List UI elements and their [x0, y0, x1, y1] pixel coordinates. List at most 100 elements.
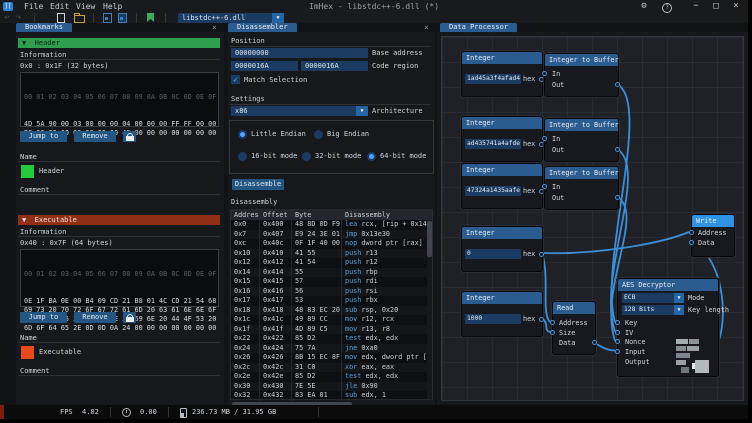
bookmark-header-collapsible[interactable]: ▼ Executable	[18, 215, 220, 225]
architecture-combo-arrow-icon[interactable]: ▼	[356, 106, 368, 116]
output-port-dot[interactable]	[539, 252, 544, 257]
bookmark-color-swatch[interactable]	[21, 346, 34, 359]
vertical-scrollbar-thumb[interactable]	[427, 221, 432, 257]
integer-node[interactable]: Integer 47324a1435aafe hex	[461, 163, 543, 209]
integer-to-buffer-node[interactable]: Integer to Buffer In Out	[544, 118, 619, 162]
integer-node[interactable]: Integer 1000 hex	[461, 291, 543, 337]
output-port-dot[interactable]	[615, 147, 620, 152]
bookmark-name-value[interactable]: Header	[39, 167, 64, 176]
help-icon[interactable]: ?	[662, 3, 672, 13]
disassembly-row[interactable]: 0x14 0x414 55 push rbp	[231, 268, 432, 278]
integer-node-header[interactable]: Integer	[462, 164, 542, 176]
input-port-dot[interactable]	[615, 349, 620, 354]
disassemble-button[interactable]: Disassemble	[232, 179, 284, 190]
lock-button[interactable]	[123, 131, 136, 142]
bookmark-icon[interactable]	[147, 13, 154, 22]
disassembly-row[interactable]: 0x22 0x422 85 D2 test edx, edx	[231, 334, 432, 344]
disassembly-row[interactable]: 0x12 0x412 41 54 push r12	[231, 258, 432, 268]
base-address-input[interactable]: 00000000	[231, 48, 368, 58]
disassembly-row[interactable]: 0x16 0x416 56 push rsi	[231, 287, 432, 297]
col-offset[interactable]: Offset	[259, 210, 291, 220]
disassembly-row[interactable]: 0x26 0x426 8B 15 EC 8F 1 mov edx, dword …	[231, 353, 432, 363]
integer-value-field[interactable]: 1ad45a3f4afad4	[465, 74, 521, 84]
integer-node[interactable]: Integer ad435741a4afde hex	[461, 116, 543, 162]
little-endian-radio[interactable]	[238, 130, 247, 139]
node-header[interactable]: Integer to Buffer	[545, 119, 618, 131]
integer-value-field[interactable]: 47324a1435aafe	[465, 186, 521, 196]
jump-to-button[interactable]: Jump to	[20, 312, 67, 323]
maximize-button[interactable]: □	[708, 0, 724, 13]
aes-mode-combo[interactable]: ECB	[622, 293, 674, 303]
remove-button[interactable]: Remove	[74, 312, 116, 323]
remove-button[interactable]: Remove	[74, 131, 116, 142]
input-port-dot[interactable]	[542, 71, 547, 76]
disassembly-table-header[interactable]: Address Offset Byte Disassembly	[231, 210, 432, 220]
disassembly-row[interactable]: 0x24 0x424 75 7A jne 0xa0	[231, 344, 432, 354]
disassembly-row[interactable]: 0x30 0x430 7E 5E jle 0x90	[231, 382, 432, 392]
read-node[interactable]: Read Address Size Data	[552, 301, 596, 355]
integer-node-header[interactable]: Integer	[462, 292, 542, 304]
input-port-dot[interactable]	[689, 240, 694, 245]
disassembler-tab-close-icon[interactable]: ×	[424, 23, 429, 32]
integer-node-header[interactable]: Integer	[462, 117, 542, 129]
integer-value-field[interactable]: 0	[465, 249, 521, 259]
vertical-scrollbar[interactable]	[427, 220, 432, 399]
aes-key-length-combo-arrow-icon[interactable]: ▼	[674, 305, 684, 315]
col-byte[interactable]: Byte	[291, 210, 341, 220]
col-disassembly[interactable]: Disassembly	[341, 210, 432, 220]
aes-mode-combo-arrow-icon[interactable]: ▼	[674, 293, 684, 303]
node-header[interactable]: Integer to Buffer	[545, 54, 618, 66]
aes-key-length-combo[interactable]: 128 Bits	[622, 305, 674, 315]
input-port-dot[interactable]	[615, 320, 620, 325]
disassembly-row[interactable]: 0x15 0x415 57 push rdi	[231, 277, 432, 287]
settings-gear-icon[interactable]: ⚙	[636, 0, 652, 13]
redo-icon[interactable]: ↷	[16, 13, 21, 23]
input-port-dot[interactable]	[550, 320, 555, 325]
node-header[interactable]: AES Decryptor	[618, 279, 718, 291]
lock-button[interactable]	[123, 312, 136, 323]
save-icon[interactable]	[103, 13, 112, 23]
new-file-icon[interactable]	[57, 13, 65, 23]
disassembly-row[interactable]: 0x2c 0x42c 31 C0 xor eax, eax	[231, 363, 432, 373]
bookmark-hex-view[interactable]: 00 01 02 03 04 05 06 07 08 09 0A 0B 0C 0…	[20, 72, 219, 127]
match-selection-checkbox[interactable]: ✓	[231, 75, 240, 84]
tab-bookmarks[interactable]: Bookmarks	[16, 23, 72, 32]
disassembly-table[interactable]: Address Offset Byte Disassembly 0x0 0x40…	[230, 209, 433, 400]
write-node[interactable]: Write Address Data	[691, 214, 735, 257]
input-port-dot[interactable]	[615, 330, 620, 335]
code-region-start-input[interactable]: 0000016A	[231, 61, 298, 71]
code-region-end-input[interactable]: 0000016A	[301, 61, 368, 71]
undo-icon[interactable]: ↶	[4, 13, 9, 23]
disassembly-row[interactable]: 0x1c 0x41c 49 89 CC mov r12, rcx	[231, 315, 432, 325]
disassembly-row[interactable]: 0x18 0x418 48 83 EC 20 sub rsp, 0x20	[231, 306, 432, 316]
bookmark-color-swatch[interactable]	[21, 165, 34, 178]
integer-value-field[interactable]: ad435741a4afde	[465, 139, 521, 149]
open-file-icon[interactable]	[74, 15, 85, 23]
output-port-dot[interactable]	[615, 195, 620, 200]
node-header[interactable]: Read	[553, 302, 595, 314]
disassembly-row[interactable]: 0x2e 0x42e 85 D2 test edx, edx	[231, 372, 432, 382]
file-selector-combo[interactable]: libstdc++-6.dll	[178, 13, 272, 23]
input-port-dot[interactable]	[542, 136, 547, 141]
32-bit-mode-radio[interactable]	[302, 152, 311, 161]
output-port-dot[interactable]	[592, 340, 597, 345]
64-bit-mode-radio[interactable]	[367, 152, 376, 161]
integer-node-header[interactable]: Integer	[462, 227, 542, 239]
integer-node[interactable]: Integer 1ad45a3f4afad4 hex	[461, 51, 543, 97]
disassembly-row[interactable]: 0x1f 0x41f 4D 89 C5 mov r13, r8	[231, 325, 432, 335]
node-header[interactable]: Integer to Buffer	[545, 167, 618, 179]
jump-to-button[interactable]: Jump to	[20, 131, 67, 142]
architecture-combo[interactable]: x86	[231, 106, 356, 116]
input-port-dot[interactable]	[550, 330, 555, 335]
minimize-button[interactable]: −	[688, 0, 704, 13]
bookmark-header-collapsible[interactable]: ▼ Header	[18, 38, 220, 48]
input-port-dot[interactable]	[542, 184, 547, 189]
integer-value-field[interactable]: 1000	[465, 314, 521, 324]
integer-node[interactable]: Integer 0 hex	[461, 226, 543, 272]
tab-data-processor[interactable]: Data Processor	[440, 23, 517, 32]
disassembly-row[interactable]: 0x7 0x407 E9 24 3E 01 0 jmp 0x13e30	[231, 230, 432, 240]
tab-disassembler[interactable]: Disassembler	[228, 23, 297, 32]
output-port-dot[interactable]	[539, 317, 544, 322]
integer-node-header[interactable]: Integer	[462, 52, 542, 64]
save-as-icon[interactable]	[118, 13, 127, 23]
